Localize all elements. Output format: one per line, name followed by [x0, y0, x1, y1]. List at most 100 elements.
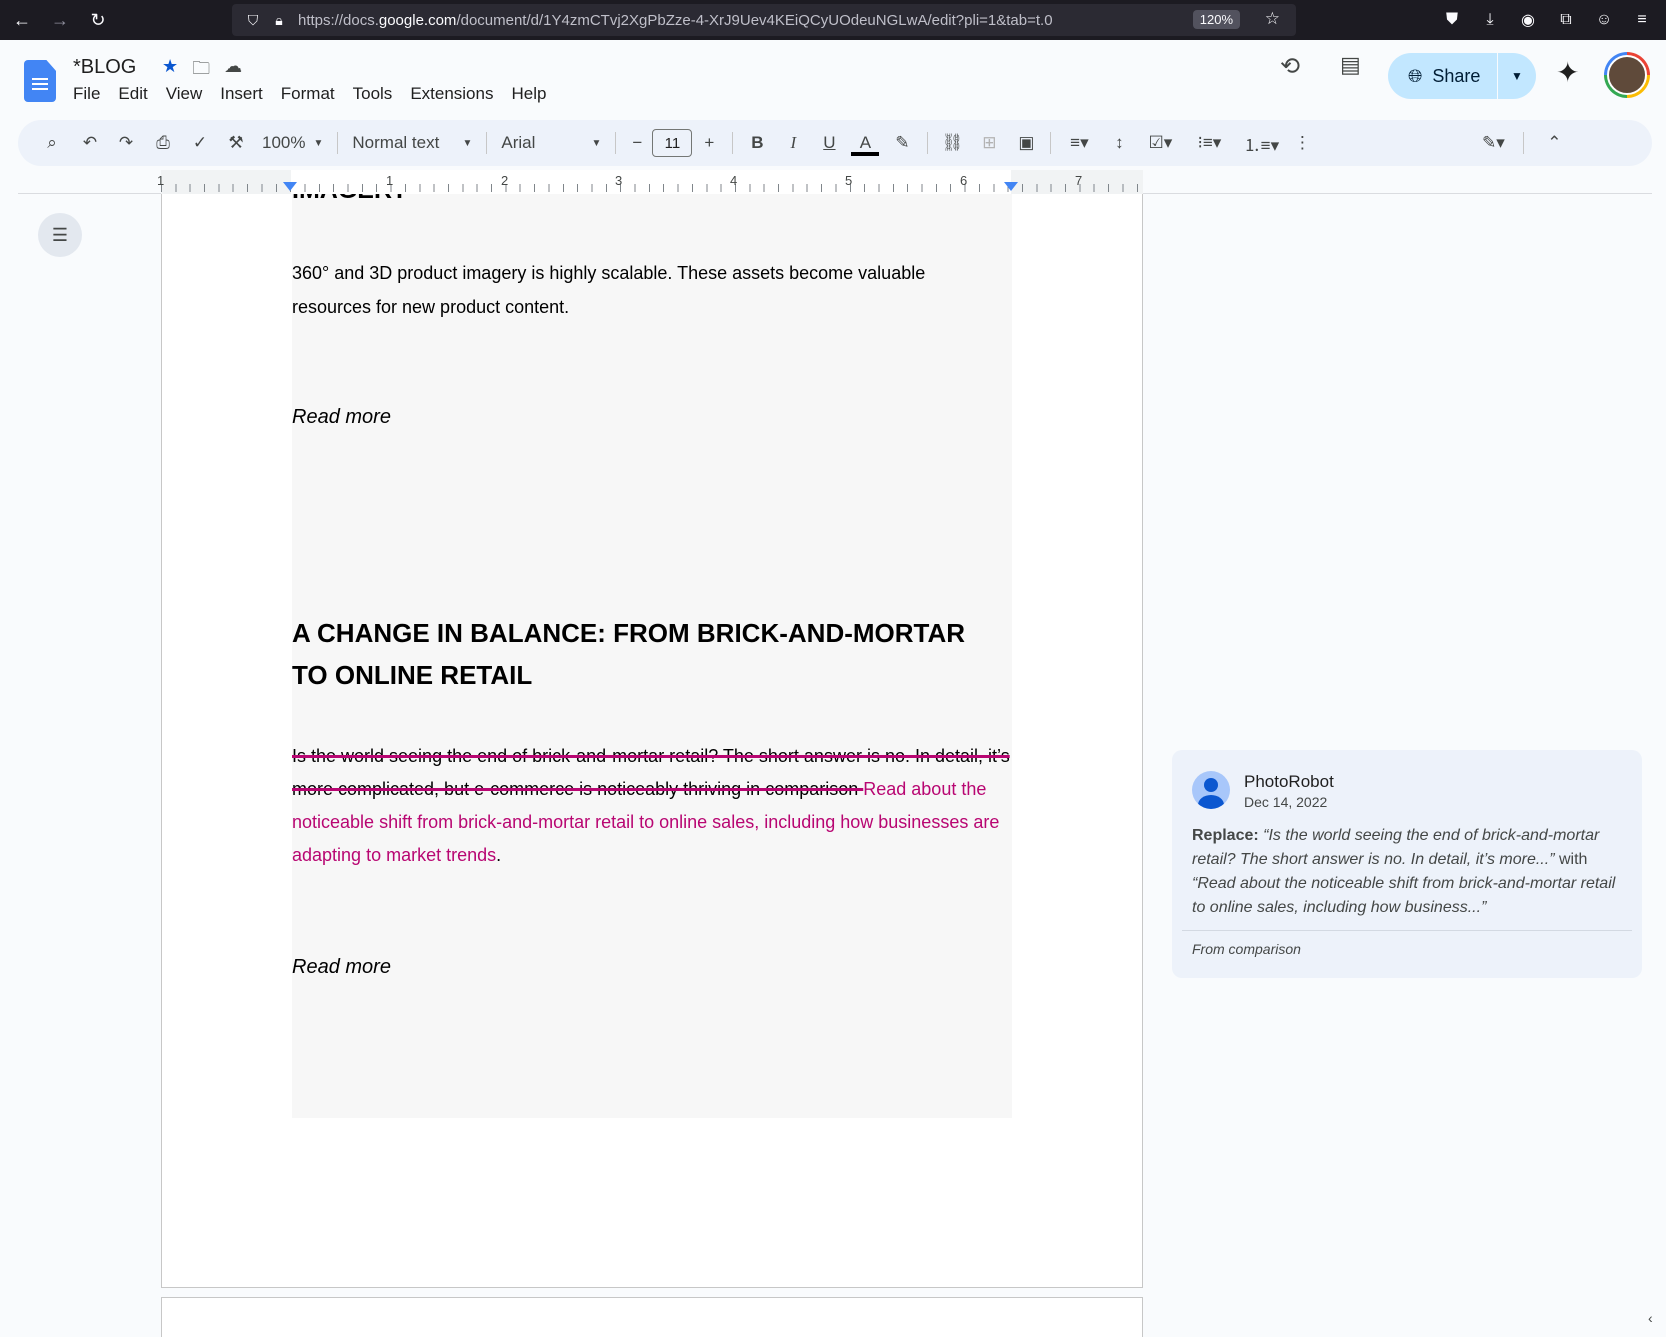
paint-format-icon[interactable]: ⚒ [218, 127, 254, 159]
comment-date: Dec 14, 2022 [1244, 794, 1328, 810]
account-icon[interactable]: ◉ [1512, 4, 1544, 36]
ruler-number: 6 [960, 173, 968, 188]
comments-icon[interactable]: ▤ [1340, 52, 1361, 78]
highlight-icon[interactable]: ✎ [883, 127, 921, 159]
menu-extensions[interactable]: Extensions [401, 84, 502, 104]
insert-image-icon[interactable]: ▣ [1008, 127, 1044, 159]
align-left-icon[interactable]: ≡▾ [1057, 127, 1101, 159]
suggested-edit-paragraph[interactable]: Is the world seeing the end of brick-and… [292, 740, 1012, 872]
reload-icon[interactable]: ↻ [82, 4, 114, 36]
right-indent-marker[interactable] [1004, 182, 1018, 191]
line-spacing-icon[interactable]: ↕ [1101, 127, 1137, 159]
share-label: Share [1432, 65, 1481, 86]
cloud-saved-icon[interactable]: ☁︎ [224, 56, 242, 86]
url-text[interactable]: https://docs.google.com/document/d/1Y4zm… [298, 12, 1053, 29]
lock-icon[interactable]: 🔒︎ [266, 12, 292, 29]
next-page[interactable] [161, 1297, 1143, 1337]
docs-logo-icon[interactable] [24, 60, 56, 102]
pocket-icon[interactable]: ⛊ [1436, 4, 1468, 36]
version-history-icon[interactable]: ⟲ [1280, 52, 1300, 81]
gemini-sparkle-icon[interactable]: ✦ [1556, 56, 1579, 89]
menu-icon[interactable]: ≡ [1626, 4, 1658, 36]
spellcheck-icon[interactable]: ✓ [182, 127, 218, 159]
left-indent-marker[interactable] [283, 182, 297, 191]
address-bar[interactable]: ⛉ 🔒︎ https://docs.google.com/document/d/… [232, 4, 1296, 36]
menu-tools[interactable]: Tools [344, 84, 402, 104]
underline-icon[interactable]: U [811, 127, 847, 159]
text-color-icon[interactable]: A [847, 127, 883, 159]
numbered-list-icon[interactable]: ⒈≡▾ [1235, 127, 1287, 159]
body-paragraph: 360° and 3D product imagery is highly sc… [292, 263, 926, 317]
toolbar-divider [1523, 132, 1525, 154]
font-size-input[interactable]: 11 [652, 129, 693, 157]
document-outline-icon[interactable]: ☰ [38, 213, 82, 257]
toolbar-divider [337, 132, 339, 154]
globe-icon: 🌐︎ [1408, 65, 1423, 86]
bold-icon[interactable]: B [739, 127, 775, 159]
undo-icon[interactable]: ↶ [72, 127, 108, 159]
font-select[interactable]: Arial ▼ [493, 133, 609, 153]
menu-edit[interactable]: Edit [109, 84, 156, 104]
more-options-icon[interactable]: ⋮ [1287, 127, 1317, 159]
profile-icon[interactable]: ☺ [1588, 4, 1620, 36]
add-comment-icon[interactable]: ⊞ [970, 127, 1008, 159]
share-button[interactable]: 🌐︎ Share ▼ [1388, 53, 1536, 99]
menu-file[interactable]: File [64, 84, 109, 104]
menu-bar: File Edit View Insert Format Tools Exten… [64, 84, 555, 104]
font-value: Arial [501, 133, 536, 152]
print-icon[interactable]: ⎙ [144, 127, 182, 159]
suggestion-card[interactable]: PhotoRobot Dec 14, 2022 Replace: “Is the… [1172, 750, 1642, 978]
star-icon[interactable]: ★ [162, 56, 178, 86]
move-folder-icon[interactable]: 🗀︎ [192, 56, 210, 86]
replace-label: Replace: [1192, 827, 1259, 844]
share-dropdown-icon[interactable]: ▼ [1498, 69, 1536, 83]
ruler-number: 2 [501, 173, 509, 188]
bulleted-list-icon[interactable]: ⁝≡▾ [1183, 127, 1235, 159]
user-avatar[interactable] [1604, 52, 1650, 98]
forward-icon[interactable]: → [44, 4, 76, 36]
ruler-number: 5 [845, 173, 853, 188]
browser-toolbar: ← → ↻ ⛉ 🔒︎ https://docs.google.com/docum… [0, 0, 1666, 40]
suggestion-source: From comparison [1192, 941, 1301, 957]
back-icon[interactable]: ← [6, 4, 38, 36]
zoom-value: 100% [262, 133, 306, 152]
horizontal-ruler[interactable]: 1 1 2 3 4 5 6 7 [18, 170, 1652, 194]
menu-format[interactable]: Format [272, 84, 344, 104]
shield-icon[interactable]: ⛉ [240, 12, 266, 29]
redo-icon[interactable]: ↷ [108, 127, 144, 159]
section-heading-partial: IMAGERY [292, 194, 408, 205]
menu-view[interactable]: View [157, 84, 212, 104]
extensions-icon[interactable]: ⧉ [1550, 4, 1582, 36]
downloads-icon[interactable]: ⤓ [1474, 4, 1506, 36]
insert-link-icon[interactable]: ⛓ [934, 127, 970, 159]
style-value: Normal text [352, 133, 440, 152]
toolbar-divider [1050, 132, 1052, 154]
read-more-link[interactable]: Read more [292, 406, 391, 429]
menu-insert[interactable]: Insert [211, 84, 272, 104]
side-panel-toggle-icon[interactable]: ‹ [1648, 1310, 1653, 1326]
editing-mode-icon[interactable]: ✎▾ [1469, 127, 1517, 159]
style-select[interactable]: Normal text ▼ [344, 133, 480, 153]
italic-icon[interactable]: I [775, 127, 811, 159]
read-more-link[interactable]: Read more [292, 956, 391, 979]
zoom-badge[interactable]: 120% [1192, 10, 1240, 29]
comment-author: PhotoRobot [1244, 772, 1334, 791]
ruler-number: 3 [615, 173, 623, 188]
collapse-menus-icon[interactable]: ⌃ [1534, 127, 1574, 159]
increase-font-size-icon[interactable]: + [692, 127, 726, 159]
ruler-number: 1 [157, 173, 165, 188]
with-word: with [1558, 851, 1588, 868]
document-title[interactable]: *BLOG [73, 56, 136, 79]
toolbar-divider [732, 132, 734, 154]
ruler-number: 4 [730, 173, 738, 188]
decrease-font-size-icon[interactable]: − [622, 127, 652, 159]
toolbar-divider [927, 132, 929, 154]
menu-help[interactable]: Help [502, 84, 555, 104]
bookmark-star-icon[interactable]: ☆ [1265, 9, 1280, 29]
document-page[interactable]: IMAGERY 360° and 3D product imagery is h… [161, 194, 1143, 1288]
caret-down-icon: ▼ [462, 137, 473, 149]
checklist-icon[interactable]: ☑▾ [1137, 127, 1183, 159]
editing-toolbar: ⌕ ↶ ↷ ⎙ ✓ ⚒ 100% ▼ Normal text ▼ Arial ▼ − … [18, 120, 1652, 166]
search-menus-icon[interactable]: ⌕ [32, 127, 72, 159]
zoom-select[interactable]: 100% ▼ [254, 133, 331, 153]
